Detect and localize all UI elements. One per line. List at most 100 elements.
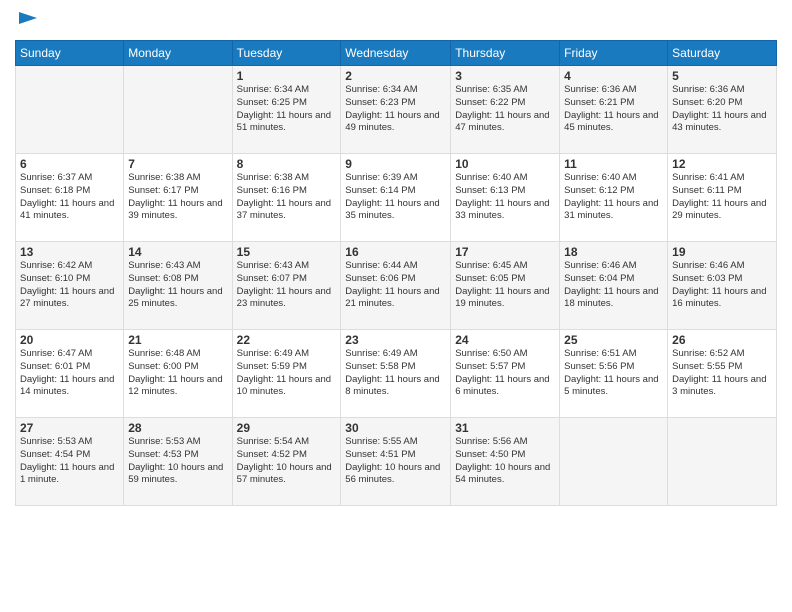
calendar-cell: 8Sunrise: 6:38 AM Sunset: 6:16 PM Daylig…	[232, 154, 341, 242]
calendar-table: SundayMondayTuesdayWednesdayThursdayFrid…	[15, 40, 777, 506]
day-number: 19	[672, 245, 772, 259]
calendar-cell: 27Sunrise: 5:53 AM Sunset: 4:54 PM Dayli…	[16, 418, 124, 506]
day-number: 17	[455, 245, 555, 259]
calendar-cell	[16, 66, 124, 154]
day-info: Sunrise: 5:55 AM Sunset: 4:51 PM Dayligh…	[345, 436, 446, 487]
week-row-4: 20Sunrise: 6:47 AM Sunset: 6:01 PM Dayli…	[16, 330, 777, 418]
week-row-3: 13Sunrise: 6:42 AM Sunset: 6:10 PM Dayli…	[16, 242, 777, 330]
day-number: 6	[20, 157, 119, 171]
day-number: 22	[237, 333, 337, 347]
calendar-cell	[124, 66, 232, 154]
page: SundayMondayTuesdayWednesdayThursdayFrid…	[0, 0, 792, 612]
calendar-cell: 12Sunrise: 6:41 AM Sunset: 6:11 PM Dayli…	[668, 154, 777, 242]
day-info: Sunrise: 5:53 AM Sunset: 4:53 PM Dayligh…	[128, 436, 227, 487]
day-info: Sunrise: 6:52 AM Sunset: 5:55 PM Dayligh…	[672, 348, 772, 399]
weekday-header-saturday: Saturday	[668, 41, 777, 66]
calendar-cell: 31Sunrise: 5:56 AM Sunset: 4:50 PM Dayli…	[451, 418, 560, 506]
day-number: 20	[20, 333, 119, 347]
day-info: Sunrise: 6:50 AM Sunset: 5:57 PM Dayligh…	[455, 348, 555, 399]
logo	[15, 10, 39, 32]
day-number: 28	[128, 421, 227, 435]
weekday-header-friday: Friday	[560, 41, 668, 66]
calendar-cell: 11Sunrise: 6:40 AM Sunset: 6:12 PM Dayli…	[560, 154, 668, 242]
day-number: 26	[672, 333, 772, 347]
calendar-cell	[668, 418, 777, 506]
day-info: Sunrise: 6:49 AM Sunset: 5:58 PM Dayligh…	[345, 348, 446, 399]
day-info: Sunrise: 6:51 AM Sunset: 5:56 PM Dayligh…	[564, 348, 663, 399]
header	[15, 10, 777, 32]
day-number: 14	[128, 245, 227, 259]
day-info: Sunrise: 6:43 AM Sunset: 6:07 PM Dayligh…	[237, 260, 337, 311]
day-number: 16	[345, 245, 446, 259]
day-number: 9	[345, 157, 446, 171]
calendar-cell: 28Sunrise: 5:53 AM Sunset: 4:53 PM Dayli…	[124, 418, 232, 506]
calendar-cell: 13Sunrise: 6:42 AM Sunset: 6:10 PM Dayli…	[16, 242, 124, 330]
day-info: Sunrise: 5:54 AM Sunset: 4:52 PM Dayligh…	[237, 436, 337, 487]
calendar-cell: 7Sunrise: 6:38 AM Sunset: 6:17 PM Daylig…	[124, 154, 232, 242]
day-number: 7	[128, 157, 227, 171]
weekday-header-monday: Monday	[124, 41, 232, 66]
calendar-cell: 26Sunrise: 6:52 AM Sunset: 5:55 PM Dayli…	[668, 330, 777, 418]
day-info: Sunrise: 6:37 AM Sunset: 6:18 PM Dayligh…	[20, 172, 119, 223]
calendar-cell: 2Sunrise: 6:34 AM Sunset: 6:23 PM Daylig…	[341, 66, 451, 154]
calendar-cell: 5Sunrise: 6:36 AM Sunset: 6:20 PM Daylig…	[668, 66, 777, 154]
calendar-cell: 21Sunrise: 6:48 AM Sunset: 6:00 PM Dayli…	[124, 330, 232, 418]
day-number: 3	[455, 69, 555, 83]
day-info: Sunrise: 6:36 AM Sunset: 6:21 PM Dayligh…	[564, 84, 663, 135]
day-info: Sunrise: 6:40 AM Sunset: 6:12 PM Dayligh…	[564, 172, 663, 223]
calendar-cell: 4Sunrise: 6:36 AM Sunset: 6:21 PM Daylig…	[560, 66, 668, 154]
day-info: Sunrise: 6:41 AM Sunset: 6:11 PM Dayligh…	[672, 172, 772, 223]
day-info: Sunrise: 6:38 AM Sunset: 6:16 PM Dayligh…	[237, 172, 337, 223]
day-number: 30	[345, 421, 446, 435]
weekday-header-row: SundayMondayTuesdayWednesdayThursdayFrid…	[16, 41, 777, 66]
calendar-cell: 18Sunrise: 6:46 AM Sunset: 6:04 PM Dayli…	[560, 242, 668, 330]
calendar-cell: 14Sunrise: 6:43 AM Sunset: 6:08 PM Dayli…	[124, 242, 232, 330]
day-number: 18	[564, 245, 663, 259]
day-info: Sunrise: 6:42 AM Sunset: 6:10 PM Dayligh…	[20, 260, 119, 311]
day-number: 12	[672, 157, 772, 171]
day-info: Sunrise: 6:46 AM Sunset: 6:03 PM Dayligh…	[672, 260, 772, 311]
day-info: Sunrise: 6:35 AM Sunset: 6:22 PM Dayligh…	[455, 84, 555, 135]
calendar-cell: 23Sunrise: 6:49 AM Sunset: 5:58 PM Dayli…	[341, 330, 451, 418]
calendar-cell: 20Sunrise: 6:47 AM Sunset: 6:01 PM Dayli…	[16, 330, 124, 418]
day-number: 13	[20, 245, 119, 259]
day-number: 24	[455, 333, 555, 347]
day-number: 21	[128, 333, 227, 347]
day-info: Sunrise: 6:47 AM Sunset: 6:01 PM Dayligh…	[20, 348, 119, 399]
calendar-cell: 10Sunrise: 6:40 AM Sunset: 6:13 PM Dayli…	[451, 154, 560, 242]
day-number: 25	[564, 333, 663, 347]
weekday-header-wednesday: Wednesday	[341, 41, 451, 66]
weekday-header-sunday: Sunday	[16, 41, 124, 66]
day-info: Sunrise: 6:45 AM Sunset: 6:05 PM Dayligh…	[455, 260, 555, 311]
calendar-cell: 29Sunrise: 5:54 AM Sunset: 4:52 PM Dayli…	[232, 418, 341, 506]
week-row-1: 1Sunrise: 6:34 AM Sunset: 6:25 PM Daylig…	[16, 66, 777, 154]
day-number: 15	[237, 245, 337, 259]
day-info: Sunrise: 5:53 AM Sunset: 4:54 PM Dayligh…	[20, 436, 119, 487]
day-info: Sunrise: 5:56 AM Sunset: 4:50 PM Dayligh…	[455, 436, 555, 487]
calendar-cell: 1Sunrise: 6:34 AM Sunset: 6:25 PM Daylig…	[232, 66, 341, 154]
calendar-cell: 3Sunrise: 6:35 AM Sunset: 6:22 PM Daylig…	[451, 66, 560, 154]
day-number: 29	[237, 421, 337, 435]
day-number: 10	[455, 157, 555, 171]
day-info: Sunrise: 6:39 AM Sunset: 6:14 PM Dayligh…	[345, 172, 446, 223]
day-info: Sunrise: 6:38 AM Sunset: 6:17 PM Dayligh…	[128, 172, 227, 223]
week-row-2: 6Sunrise: 6:37 AM Sunset: 6:18 PM Daylig…	[16, 154, 777, 242]
calendar-cell: 24Sunrise: 6:50 AM Sunset: 5:57 PM Dayli…	[451, 330, 560, 418]
day-info: Sunrise: 6:44 AM Sunset: 6:06 PM Dayligh…	[345, 260, 446, 311]
day-number: 27	[20, 421, 119, 435]
day-number: 31	[455, 421, 555, 435]
logo-flag-icon	[17, 10, 39, 32]
week-row-5: 27Sunrise: 5:53 AM Sunset: 4:54 PM Dayli…	[16, 418, 777, 506]
day-info: Sunrise: 6:36 AM Sunset: 6:20 PM Dayligh…	[672, 84, 772, 135]
calendar-cell	[560, 418, 668, 506]
day-info: Sunrise: 6:40 AM Sunset: 6:13 PM Dayligh…	[455, 172, 555, 223]
day-number: 1	[237, 69, 337, 83]
day-number: 5	[672, 69, 772, 83]
day-number: 11	[564, 157, 663, 171]
day-number: 2	[345, 69, 446, 83]
weekday-header-thursday: Thursday	[451, 41, 560, 66]
calendar-cell: 6Sunrise: 6:37 AM Sunset: 6:18 PM Daylig…	[16, 154, 124, 242]
day-info: Sunrise: 6:46 AM Sunset: 6:04 PM Dayligh…	[564, 260, 663, 311]
day-info: Sunrise: 6:34 AM Sunset: 6:25 PM Dayligh…	[237, 84, 337, 135]
day-info: Sunrise: 6:43 AM Sunset: 6:08 PM Dayligh…	[128, 260, 227, 311]
